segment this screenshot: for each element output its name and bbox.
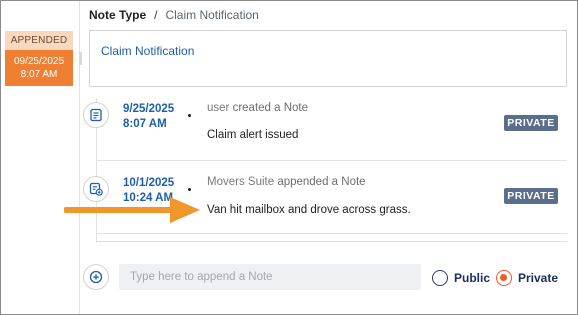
note-type-title[interactable]: Claim Notification (101, 44, 194, 58)
breadcrumb-parent: Note Type (89, 8, 147, 22)
entry-date: 9/25/2025 (123, 103, 175, 115)
public-radio-label[interactable]: Public (454, 271, 490, 285)
private-radio[interactable] (496, 270, 512, 286)
entry-datetime: 9/25/2025 8:07 AM (123, 102, 174, 132)
entry-divider (97, 160, 567, 161)
visibility-badge: PRIVATE (504, 115, 558, 131)
entry-divider (97, 241, 567, 242)
rail-resize-handle[interactable] (79, 52, 82, 65)
status-badge: APPENDED (5, 31, 73, 50)
separator-dot (188, 114, 191, 117)
entry-actor-line: Movers Suite appended a Note (207, 176, 366, 188)
entry-actor: Movers Suite (207, 176, 275, 188)
rail-timestamp[interactable]: 09/25/2025 8:07 AM (5, 50, 73, 86)
entry-divider (97, 233, 567, 234)
append-note-input[interactable] (119, 264, 421, 290)
visibility-badge: PRIVATE (504, 188, 558, 204)
entry-actor: user (207, 102, 230, 114)
add-circle-icon[interactable] (83, 264, 109, 290)
entry-message: Van hit mailbox and drove across grass. (207, 204, 411, 216)
entry-date: 10/1/2025 (123, 177, 175, 189)
breadcrumb-current: Claim Notification (165, 8, 259, 22)
breadcrumb: Note Type / Claim Notification (89, 8, 259, 22)
entry-message: Claim alert issued (207, 129, 299, 141)
public-radio[interactable] (432, 270, 448, 286)
rail-time: 8:07 AM (20, 69, 58, 80)
note-icon (83, 102, 109, 128)
entry-actor-line: user created a Note (207, 102, 308, 114)
arrow-icon (64, 197, 200, 223)
separator-dot (188, 188, 191, 191)
breadcrumb-separator: / (154, 8, 158, 22)
private-radio-label[interactable]: Private (518, 271, 558, 285)
entry-action: appended a Note (277, 176, 366, 188)
entry-time: 8:07 AM (123, 118, 167, 130)
entry-action: created a Note (232, 102, 309, 114)
rail-date: 09/25/2025 (13, 56, 65, 67)
note-type-card: Claim Notification (89, 30, 567, 87)
